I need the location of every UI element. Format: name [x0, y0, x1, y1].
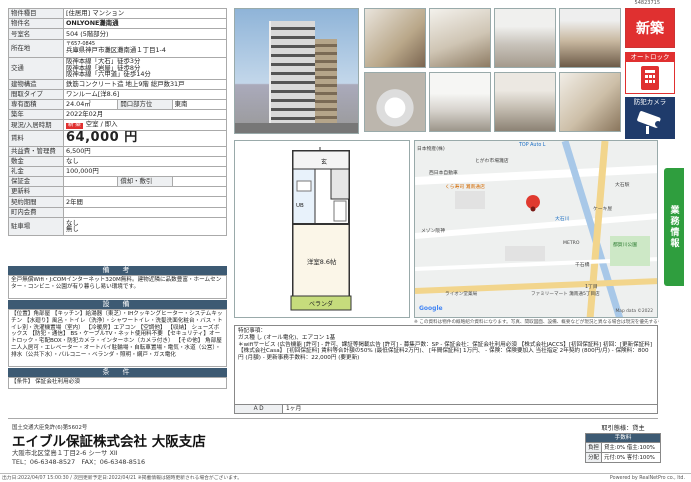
bath-label: UB [296, 203, 304, 209]
ad-row: ＡＤ 1ヶ月 [234, 405, 658, 414]
property-code: 54823715 [634, 0, 660, 5]
toilet-photo[interactable] [364, 72, 426, 132]
spec-row: 築年 2022年02月 [8, 109, 227, 121]
spec-row: 物件種目 [住居用] マンション [8, 7, 227, 20]
new-status-badge: 新 築 [66, 122, 83, 129]
spec-row: 更新料 [8, 186, 227, 198]
agency-phone: TEL：06-6348-8527 FAX：06-6348-8516 [12, 458, 146, 466]
spec-row: 専有面積 24.04㎡ 開口部方位 東南 [8, 98, 228, 111]
kitchen-photo[interactable] [559, 8, 621, 68]
entrance-label: 玄 [321, 159, 328, 166]
interior-photo-3[interactable] [494, 8, 556, 68]
spec-row: 駐車場 なし 無し [8, 216, 227, 236]
bathroom-photo[interactable] [494, 72, 556, 132]
spec-row: 礼金 100,000円 [8, 165, 227, 178]
fee-row: 負担 貸主:0% 借主:100% [586, 442, 660, 452]
spec-row: 契約期間 2年間 [8, 196, 227, 208]
camera-icon [637, 111, 661, 134]
rent-value: 64,000 円 [63, 129, 227, 147]
fee-row: 分配 元付:0% 客付:100% [586, 452, 660, 462]
remarks-section-header: 備 考 [8, 266, 227, 275]
special-notes: 特記事項： ガス種 し (オール電化)、エアコン 1基 ＊wifiサービス (広… [234, 325, 658, 405]
equipment-section-header: 設 備 [8, 300, 227, 309]
spec-row: 号室名 504 (5階部分) [8, 28, 227, 40]
spec-row: 町内会費 [8, 206, 227, 218]
street-shape [235, 123, 358, 133]
security-camera-badge: 防犯カメラ [625, 97, 675, 139]
property-spec-table: 物件種目 [住居用] マンション 物件名 ONLYONE灘南通 号室名 504 (5階… [8, 7, 228, 236]
floor-plan[interactable]: 玄 UB 洋室8.6帖 ベランダ [234, 140, 410, 318]
interior-photo-1[interactable] [364, 8, 426, 68]
equipment-section-body: 【位置】角部屋 【キッチン】給湯器（東芝）・IHクッキングヒーター・システムキッ… [8, 309, 227, 367]
floor-plan-drawing [290, 147, 352, 311]
spec-row: 交通 阪神本線「大石」徒歩3分 阪神本線「岩屋」徒歩8分 阪神本線「六甲道」徒歩14分 [8, 56, 227, 80]
spec-row: 物件名 ONLYONE灘南通 [8, 18, 227, 30]
veranda-label: ベランダ [309, 301, 334, 308]
new-build-badge: 新築 [625, 8, 675, 48]
spec-row: 敷金 なし [8, 155, 227, 167]
room-label: 洋室8.6帖 [307, 258, 337, 266]
lock-icon [641, 66, 659, 90]
interior-photo-2[interactable] [429, 8, 491, 68]
spec-row: 現況/入居時期新 築空室 / 即入 [8, 119, 227, 131]
agency-info: 国土交通大臣免許(6)第5602号 エイブル保証株式会社 大阪支店 大阪市北区堂… [8, 418, 658, 470]
spec-row: 賃料 64,000 円 [8, 129, 227, 147]
property-name: ONLYONE灘南通 [63, 18, 227, 30]
building-shape [269, 21, 315, 127]
google-logo: Google [419, 305, 443, 312]
interior-photo-4[interactable] [559, 72, 621, 132]
spec-row: 間取タイプ ワンルーム[洋8.6] [8, 88, 227, 100]
spec-row: 共益費・管理費 6,500円 [8, 145, 227, 157]
spec-row: 建物構造 鉄筋コンクリート造 地上9階 総戸数31戸 [8, 78, 227, 90]
spec-row: 保証金 償却・敷引 [8, 176, 228, 188]
autolock-badge: オートロック [625, 52, 675, 94]
area-map[interactable]: 日本物産(株) TOP Auto L とがわ市場灘店 西日本自動車 くら寿司 灘… [414, 140, 658, 318]
business-info-tab[interactable]: 業務情報 [664, 168, 684, 286]
transaction-info: 取引態様：貸主 手数料 負担 貸主:0% 借主:100% 分配 元付:0% 客付:1… [585, 424, 661, 463]
conditions-section-body: 【条件】 保証会社利用必須 [8, 377, 227, 389]
building-exterior-photo[interactable] [234, 8, 359, 134]
spec-row: 所在地 〒657-0845 兵庫県神戸市灘区灘南通１丁目1-4 [8, 38, 227, 58]
page-footer: 出力日:2022/04/07 15:00:30 / 次回更新予定日:2022/0… [0, 473, 691, 482]
neighbor-building-shape [315, 39, 337, 127]
remarks-section-body: 全戸無償Wifi・J:COMインターネット320M無料。建物近隣に品数豊富・ホー… [8, 275, 227, 299]
conditions-section-header: 条 件 [8, 368, 227, 377]
agency-address: 大阪市北区堂島１丁目2-6 シーサ XII [12, 449, 118, 457]
fee-table: 手数料 負担 貸主:0% 借主:100% 分配 元付:0% 客付:100% [585, 433, 661, 463]
washbasin-photo[interactable] [429, 72, 491, 132]
agency-name: エイブル保証株式会社 大阪支店 [12, 434, 206, 450]
